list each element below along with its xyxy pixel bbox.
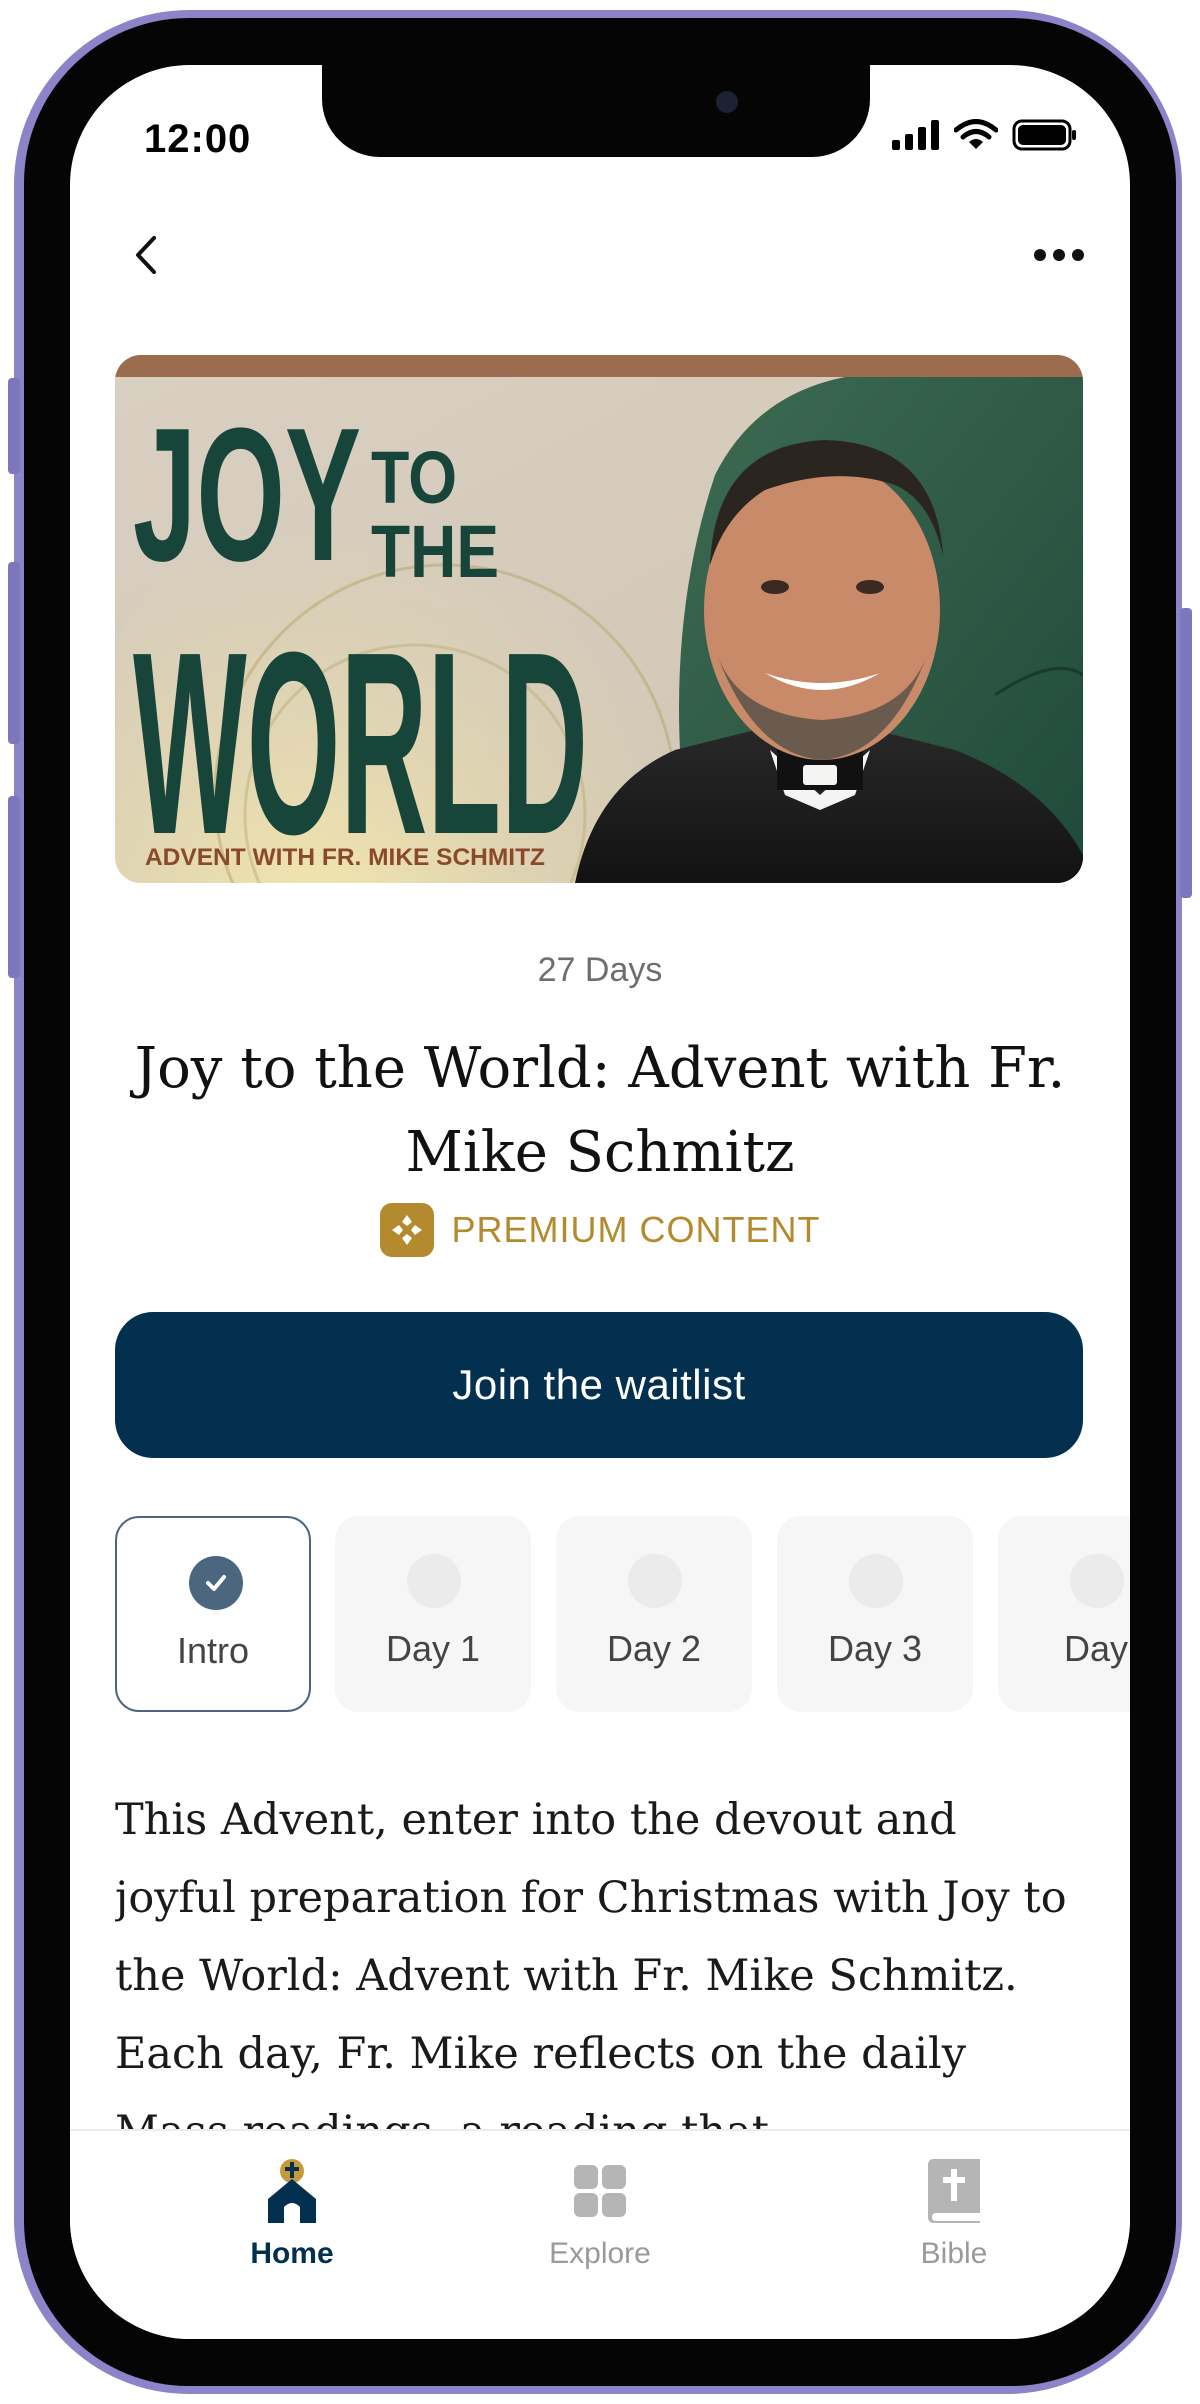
plan-duration: 27 Days xyxy=(537,951,663,989)
wifi-icon xyxy=(954,119,998,149)
day-chip-4[interactable]: Day xyxy=(998,1516,1130,1712)
day-chip-1[interactable]: Day 1 xyxy=(335,1516,531,1712)
tab-label: Bible xyxy=(920,2237,988,2270)
incomplete-dot-icon xyxy=(407,1554,461,1608)
hero-headline-world: WORLD xyxy=(133,599,588,883)
tab-label: Home xyxy=(250,2237,334,2270)
volume-down-button xyxy=(8,796,20,978)
checkmark-icon xyxy=(189,1556,243,1610)
day-selector: Intro Day 1 Day 2 Day 3 Day xyxy=(115,1516,1130,1712)
mute-switch xyxy=(8,378,20,474)
plan-title: Joy to the World: Advent with Fr. Mike S… xyxy=(134,1036,1066,1185)
signal-icon xyxy=(892,120,939,150)
incomplete-dot-icon xyxy=(1070,1554,1124,1608)
plan-hero-image: JOY TO THE WORLD ADVENT WITH FR. MIKE SC… xyxy=(115,355,1083,883)
more-options-button[interactable] xyxy=(1024,225,1094,285)
bible-icon xyxy=(928,2159,980,2223)
incomplete-dot-icon xyxy=(849,1554,903,1608)
join-waitlist-button[interactable]: Join the waitlist xyxy=(115,1312,1083,1458)
day-label: Day 2 xyxy=(606,1628,702,1669)
back-button[interactable] xyxy=(120,220,180,290)
more-icon xyxy=(1034,249,1084,261)
hero-headline-joy: JOY xyxy=(133,389,361,601)
status-icons xyxy=(892,119,1078,151)
church-icon xyxy=(268,2159,316,2223)
day-label: Day 1 xyxy=(385,1628,481,1669)
day-chip-3[interactable]: Day 3 xyxy=(777,1516,973,1712)
day-label: Intro xyxy=(176,1630,250,1671)
tab-bible[interactable]: Bible xyxy=(854,2151,1054,2291)
power-button xyxy=(1180,608,1192,898)
notch xyxy=(322,65,870,157)
battery-icon xyxy=(1012,119,1076,151)
premium-icon xyxy=(379,1203,434,1257)
tab-explore[interactable]: Explore xyxy=(500,2151,700,2291)
premium-label: PREMIUM CONTENT xyxy=(451,1209,821,1250)
day-chip-2[interactable]: Day 2 xyxy=(556,1516,752,1712)
hero-tagline: ADVENT WITH FR. MIKE SCHMITZ xyxy=(145,844,545,871)
incomplete-dot-icon xyxy=(628,1554,682,1608)
front-camera xyxy=(716,91,738,113)
day-label: Day xyxy=(1063,1628,1129,1669)
tab-label: Explore xyxy=(549,2237,651,2270)
hero-artwork: JOY TO THE WORLD ADVENT WITH FR. MIKE SC… xyxy=(115,355,1083,883)
tab-home[interactable]: Home xyxy=(192,2151,392,2291)
premium-badge: PREMIUM CONTENT xyxy=(70,1203,1130,1257)
bottom-tab-bar: Home Explore Bible xyxy=(70,2129,1130,2339)
hero-headline-to: TO xyxy=(371,436,457,519)
status-time: 12:00 xyxy=(144,117,252,161)
chevron-left-icon xyxy=(136,236,156,274)
day-chip-intro[interactable]: Intro xyxy=(115,1516,311,1712)
volume-up-button xyxy=(8,562,20,744)
hero-headline-the: THE xyxy=(371,510,499,593)
day-label: Day 3 xyxy=(827,1628,923,1669)
plan-description: This Advent, enter into the devout and j… xyxy=(115,1795,1067,2157)
grid-icon xyxy=(574,2165,626,2217)
app-screen: 12:00 JOY TO THE WORLD ADVENT WITH FR. M… xyxy=(70,65,1130,2339)
